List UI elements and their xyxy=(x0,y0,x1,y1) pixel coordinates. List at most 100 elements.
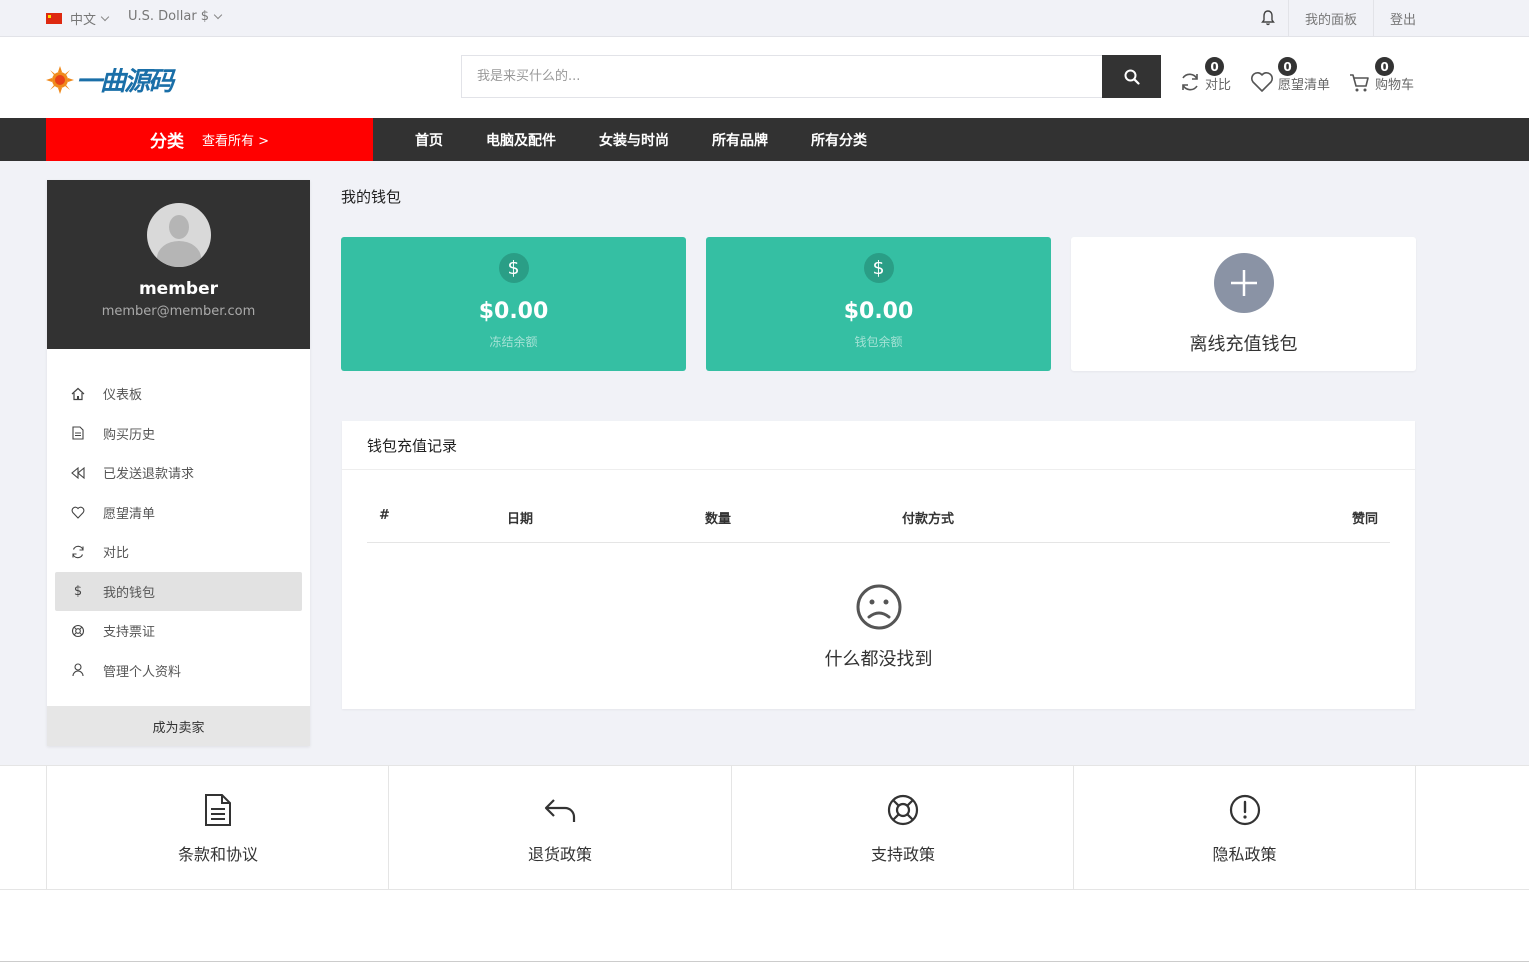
heart-icon xyxy=(1251,72,1274,92)
language-selector[interactable]: 中文 xyxy=(46,9,110,28)
cart-icon xyxy=(1350,74,1369,92)
empty-state: 什么都没找到 xyxy=(342,583,1415,671)
return-policy-link[interactable]: 退货政策 xyxy=(388,766,731,890)
home-icon xyxy=(71,387,85,401)
footer-area xyxy=(0,890,1529,962)
profile-name: member xyxy=(138,279,219,299)
search-icon xyxy=(1124,69,1140,85)
nav-link-computers[interactable]: 电脑及配件 xyxy=(486,130,556,150)
profile-email: member@member.com xyxy=(101,304,256,319)
nav-link-fashion[interactable]: 女装与时尚 xyxy=(599,130,669,150)
currency-selector[interactable]: U.S. Dollar $ xyxy=(128,9,223,24)
cart-count-badge: 0 xyxy=(1375,57,1395,76)
plus-icon xyxy=(1213,253,1274,313)
chevron-down-icon xyxy=(100,12,110,21)
lifebuoy-icon xyxy=(887,794,919,826)
sidebar-item-label: 已发送退款请求 xyxy=(103,467,195,483)
sun-logo-icon xyxy=(46,65,74,94)
wallet-balance-label: 钱包余额 xyxy=(854,335,903,349)
account-sidebar: member member@member.com 仪表板 购买历史 已发送退款请… xyxy=(47,180,310,746)
my-dashboard-link[interactable]: 我的面板 xyxy=(1289,0,1374,36)
recharge-history-panel: 钱包充值记录 # 日期 数量 付款方式 赞同 什么都没找到 xyxy=(342,421,1415,709)
site-logo[interactable]: 一曲源码 xyxy=(46,61,174,98)
wishlist-button[interactable]: 0 愿望清单 xyxy=(1250,57,1330,97)
alert-circle-icon xyxy=(1229,794,1260,826)
search-input[interactable] xyxy=(461,55,1102,98)
records-title: 钱包充值记录 xyxy=(342,421,1415,470)
currency-label: U.S. Dollar $ xyxy=(128,9,210,24)
sidebar-item-support-ticket[interactable]: 支持票证 xyxy=(55,611,302,651)
china-flag-icon xyxy=(46,13,62,24)
page-title: 我的钱包 xyxy=(341,188,402,206)
column-header-payment-method: 付款方式 xyxy=(902,512,955,527)
sidebar-item-label: 购买历史 xyxy=(103,427,156,443)
table-header: # 日期 数量 付款方式 赞同 xyxy=(367,491,1390,543)
sidebar-item-label: 对比 xyxy=(103,546,130,562)
support-policy-link[interactable]: 支持政策 xyxy=(731,766,1074,890)
view-all-link[interactable]: 查看所有 > xyxy=(202,130,269,149)
avatar xyxy=(146,203,211,267)
dollar-icon: $ xyxy=(863,253,894,283)
sidebar-item-wishlist[interactable]: 愿望清单 xyxy=(55,493,302,533)
column-header-amount: 数量 xyxy=(705,512,732,527)
support-icon xyxy=(71,624,85,638)
wishlist-label: 愿望清单 xyxy=(1278,78,1331,93)
nav-link-categories[interactable]: 所有分类 xyxy=(811,130,867,150)
logo-text: 一曲源码 xyxy=(76,67,174,97)
privacy-policy-link[interactable]: 隐私政策 xyxy=(1073,766,1416,890)
logout-link[interactable]: 登出 xyxy=(1374,0,1416,36)
search-button[interactable] xyxy=(1102,55,1161,98)
category-title: 分类 xyxy=(149,132,184,152)
column-header-approval: 赞同 xyxy=(1351,512,1378,527)
policy-label: 隐私政策 xyxy=(1212,845,1277,864)
category-menu[interactable]: 分类 查看所有 > xyxy=(46,118,373,161)
sidebar-menu: 仪表板 购买历史 已发送退款请求 愿望清单 对比 $ 我的钱包 支持票证 管理个 xyxy=(47,349,310,690)
cart-button[interactable]: 0 购物车 xyxy=(1349,57,1414,97)
dollar-icon: $ xyxy=(498,253,529,283)
become-seller-button[interactable]: 成为卖家 xyxy=(47,706,310,746)
frozen-balance-card: $ $0.00 冻结余额 xyxy=(341,237,686,371)
sidebar-item-label: 仪表板 xyxy=(103,388,143,404)
file-icon xyxy=(71,426,85,440)
return-arrow-icon xyxy=(544,799,576,822)
dollar-icon: $ xyxy=(73,583,83,599)
wallet-balance-card: $ $0.00 钱包余额 xyxy=(706,237,1051,371)
search-bar xyxy=(461,55,1161,98)
profile-card: member member@member.com xyxy=(47,180,310,349)
compare-button[interactable]: 0 对比 xyxy=(1179,57,1231,97)
sidebar-item-my-wallet[interactable]: $ 我的钱包 xyxy=(55,571,302,611)
nav-link-brands[interactable]: 所有品牌 xyxy=(712,130,768,150)
offline-recharge-card[interactable]: 离线充值钱包 xyxy=(1071,237,1416,371)
refresh-icon xyxy=(1182,73,1198,91)
rewind-icon xyxy=(71,466,85,480)
policy-bar: 条款和协议 退货政策 支持政策 隐私政策 xyxy=(0,765,1529,890)
main-nav: 分类 查看所有 > 首页 电脑及配件 女装与时尚 所有品牌 所有分类 xyxy=(0,118,1529,161)
empty-state-text: 什么都没找到 xyxy=(824,649,933,670)
sidebar-item-label: 我的钱包 xyxy=(103,585,156,601)
nav-link-home[interactable]: 首页 xyxy=(415,130,443,150)
sidebar-item-manage-profile[interactable]: 管理个人资料 xyxy=(55,651,302,691)
sidebar-item-purchase-history[interactable]: 购买历史 xyxy=(55,414,302,454)
terms-policy-link[interactable]: 条款和协议 xyxy=(46,766,389,890)
document-icon xyxy=(205,794,231,826)
column-header-date: 日期 xyxy=(507,512,534,527)
cart-label: 购物车 xyxy=(1375,78,1415,93)
heart-icon xyxy=(71,505,85,519)
sad-face-icon xyxy=(856,584,901,630)
language-label: 中文 xyxy=(70,13,97,28)
sidebar-item-label: 支持票证 xyxy=(103,625,156,641)
policy-label: 条款和协议 xyxy=(177,845,258,864)
sidebar-item-refund-requests[interactable]: 已发送退款请求 xyxy=(55,453,302,493)
bell-icon xyxy=(1261,10,1276,26)
compare-count-badge: 0 xyxy=(1205,57,1224,76)
wishlist-count-badge: 0 xyxy=(1278,57,1298,76)
column-header-number: # xyxy=(379,508,390,523)
frozen-balance-amount: $0.00 xyxy=(478,299,549,324)
sidebar-item-label: 管理个人资料 xyxy=(103,664,182,680)
notification-button[interactable] xyxy=(1249,0,1289,36)
compare-label: 对比 xyxy=(1205,78,1232,93)
sidebar-item-compare[interactable]: 对比 xyxy=(55,532,302,572)
sidebar-item-dashboard[interactable]: 仪表板 xyxy=(55,374,302,414)
header: 一曲源码 0 对比 0 愿望清单 0 购物车 xyxy=(0,37,1529,118)
wallet-balance-amount: $0.00 xyxy=(843,299,914,324)
